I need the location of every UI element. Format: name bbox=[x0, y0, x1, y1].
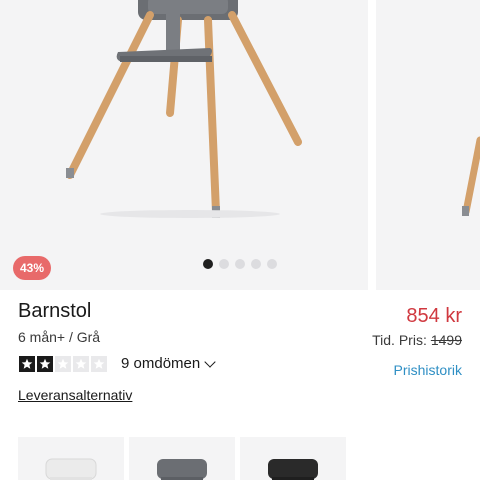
star-icon bbox=[18, 355, 36, 373]
carousel-dot-3[interactable] bbox=[235, 259, 245, 269]
chair-thumbnail-white bbox=[45, 458, 97, 480]
reviews-label: 9 omdömen bbox=[121, 355, 201, 372]
discount-badge: 43% bbox=[13, 256, 51, 280]
high-chair-image bbox=[66, 0, 302, 218]
product-title: Barnstol bbox=[18, 300, 92, 322]
carousel-dot-1[interactable] bbox=[203, 259, 213, 269]
star-rating[interactable] bbox=[18, 355, 108, 373]
carousel-dot-4[interactable] bbox=[251, 259, 261, 269]
star-empty-icon bbox=[54, 355, 72, 373]
previous-price: Tid. Pris: 1499 bbox=[372, 332, 462, 348]
carousel-dot-5[interactable] bbox=[267, 259, 277, 269]
high-chair-image-partial bbox=[462, 136, 480, 216]
color-variants[interactable] bbox=[18, 437, 346, 480]
current-price: 854 kr bbox=[406, 305, 462, 327]
carousel-dots[interactable] bbox=[203, 259, 277, 269]
variant-black[interactable] bbox=[240, 437, 346, 480]
product-image-next[interactable] bbox=[376, 0, 480, 290]
delivery-options-link[interactable]: Leveransalternativ bbox=[18, 387, 132, 403]
variant-grey[interactable] bbox=[129, 437, 235, 480]
chevron-down-icon bbox=[204, 355, 216, 368]
product-image-main[interactable]: 43% bbox=[0, 0, 368, 290]
chair-thumbnail-black bbox=[268, 459, 318, 480]
variant-white[interactable] bbox=[18, 437, 124, 480]
star-empty-icon bbox=[90, 355, 108, 373]
star-icon bbox=[36, 355, 54, 373]
chair-thumbnail-grey bbox=[157, 459, 207, 480]
previous-price-value: 1499 bbox=[430, 332, 462, 348]
product-subtitle: 6 mån+ / Grå bbox=[18, 329, 101, 345]
reviews-dropdown[interactable]: 9 omdömen bbox=[121, 355, 216, 372]
product-image-gallery[interactable]: 43% bbox=[0, 0, 480, 290]
previous-price-label: Tid. Pris: bbox=[372, 332, 427, 348]
price-history-link[interactable]: Prishistorik bbox=[394, 362, 462, 378]
star-empty-icon bbox=[72, 355, 90, 373]
carousel-dot-2[interactable] bbox=[219, 259, 229, 269]
